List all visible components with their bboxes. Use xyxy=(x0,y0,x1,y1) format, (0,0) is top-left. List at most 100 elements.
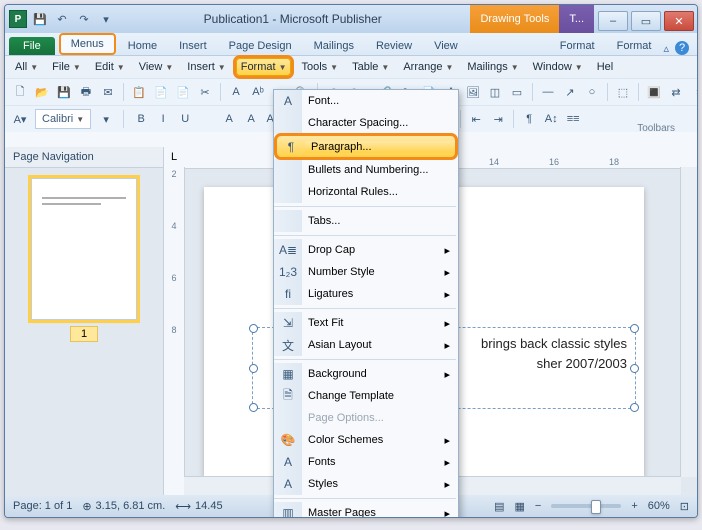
font-dropdown-icon[interactable]: A▾ xyxy=(11,110,29,128)
toolbar2-btn-5[interactable]: A xyxy=(242,110,260,128)
zoom-in-button[interactable]: + xyxy=(631,500,637,512)
menu-file[interactable]: File▼ xyxy=(48,59,85,75)
menu-format[interactable]: Format▼ xyxy=(236,58,292,76)
ruler-corner-icon[interactable]: L xyxy=(164,147,185,168)
menu-view[interactable]: View▼ xyxy=(135,59,178,75)
toolbar1-right-btn-6[interactable]: ▭ xyxy=(508,83,526,101)
minimize-button[interactable]: – xyxy=(598,11,628,31)
toolbar1-right-btn-9[interactable]: ↗ xyxy=(561,83,579,101)
context-subtab-format-1[interactable]: Format xyxy=(550,37,605,55)
menu-insert[interactable]: Insert▼ xyxy=(183,59,229,75)
format-menu-item-color-schemes[interactable]: 🎨Color Schemes▸ xyxy=(274,429,458,451)
menu-edit[interactable]: Edit▼ xyxy=(91,59,129,75)
format-menu-item-text-fit[interactable]: ⇲Text Fit▸ xyxy=(274,312,458,334)
tab-view[interactable]: View xyxy=(424,37,468,55)
resize-handle[interactable] xyxy=(249,403,258,412)
format-menu-item-change-template[interactable]: 🗎Change Template xyxy=(274,385,458,407)
toolbar1-btn-12[interactable]: Aᵇ xyxy=(249,83,267,101)
toolbar1-right-btn-5[interactable]: ◫ xyxy=(486,83,504,101)
font-size-dropdown[interactable]: ▾ xyxy=(97,110,115,128)
toolbar2-btn-18[interactable]: ⇥ xyxy=(489,110,507,128)
menu-table[interactable]: Table▼ xyxy=(348,59,393,75)
format-menu-item-paragraph[interactable]: ¶Paragraph... xyxy=(276,135,456,158)
qat-redo-icon[interactable]: ↷ xyxy=(75,10,93,28)
qat-undo-icon[interactable]: ↶ xyxy=(53,10,71,28)
tab-review[interactable]: Review xyxy=(366,37,422,55)
tab-insert[interactable]: Insert xyxy=(169,37,217,55)
vertical-ruler[interactable]: 2468 xyxy=(164,167,185,495)
toolbar2-btn-3[interactable] xyxy=(198,110,216,128)
menu-help[interactable]: Hel xyxy=(593,59,618,75)
view-spread-icon[interactable]: ▦ xyxy=(514,500,524,513)
format-menu-item-tabs[interactable]: Tabs... xyxy=(274,210,458,232)
resize-handle[interactable] xyxy=(630,364,639,373)
tab-file[interactable]: File xyxy=(9,37,55,55)
format-menu-item-drop-cap[interactable]: A≣Drop Cap▸ xyxy=(274,239,458,261)
toolbar2-btn-21[interactable]: A↕ xyxy=(542,110,560,128)
format-menu-item-fonts[interactable]: AFonts▸ xyxy=(274,451,458,473)
context-tab-text[interactable]: T... xyxy=(559,5,594,33)
resize-handle[interactable] xyxy=(249,364,258,373)
view-single-icon[interactable]: ▤ xyxy=(494,500,504,513)
qat-more-icon[interactable]: ▾ xyxy=(97,10,115,28)
toolbar2-btn-2[interactable]: U xyxy=(176,110,194,128)
format-menu-item-horizontal-rules[interactable]: Horizontal Rules... xyxy=(274,181,458,203)
tab-home[interactable]: Home xyxy=(118,37,167,55)
context-subtab-format-2[interactable]: Format xyxy=(607,37,662,55)
toolbar1-btn-6[interactable]: 📋 xyxy=(130,83,148,101)
vertical-scrollbar[interactable] xyxy=(680,167,697,477)
zoom-slider[interactable] xyxy=(551,504,621,508)
format-menu-item-background[interactable]: ▦Background▸ xyxy=(274,363,458,385)
toolbar1-btn-11[interactable]: A xyxy=(227,83,245,101)
ribbon-minimize-icon[interactable]: ▵ xyxy=(663,42,669,55)
toolbar1-btn-2[interactable]: 💾 xyxy=(55,83,73,101)
toolbar1-right-btn-4[interactable]: 🖼 xyxy=(464,83,482,101)
format-menu-item-character-spacing[interactable]: Character Spacing... xyxy=(274,112,458,134)
format-menu-item-styles[interactable]: AStyles▸ xyxy=(274,473,458,495)
zoom-out-button[interactable]: − xyxy=(535,500,541,512)
maximize-button[interactable]: ▭ xyxy=(631,11,661,31)
toolbar1-right-btn-8[interactable]: — xyxy=(539,83,557,101)
menu-window[interactable]: Window▼ xyxy=(529,59,587,75)
toolbar2-btn-22[interactable]: ≡≡ xyxy=(564,110,582,128)
app-icon[interactable]: P xyxy=(9,10,27,28)
toolbar1-right-btn-12[interactable]: ⬚ xyxy=(614,83,632,101)
tab-menus[interactable]: Menus xyxy=(59,33,116,55)
tab-page-design[interactable]: Page Design xyxy=(219,37,302,55)
resize-handle[interactable] xyxy=(249,324,258,333)
format-menu-item-master-pages[interactable]: ▥Master Pages▸ xyxy=(274,502,458,518)
toolbar1-right-btn-15[interactable]: ⇄ xyxy=(667,83,685,101)
format-menu-item-ligatures[interactable]: fiLigatures▸ xyxy=(274,283,458,305)
toolbar2-btn-17[interactable]: ⇤ xyxy=(467,110,485,128)
zoom-fit-icon[interactable]: ⊡ xyxy=(680,500,689,513)
status-page[interactable]: Page: 1 of 1 xyxy=(13,500,72,512)
menu-arrange[interactable]: Arrange▼ xyxy=(399,59,457,75)
tab-mailings[interactable]: Mailings xyxy=(304,37,364,55)
toolbar1-right-btn-16[interactable]: ↕ xyxy=(689,83,698,101)
help-icon[interactable]: ? xyxy=(675,41,689,55)
toolbar1-btn-9[interactable]: ✂ xyxy=(196,83,214,101)
menu-all[interactable]: All▼ xyxy=(11,59,42,75)
font-name-box[interactable]: Calibri ▼ xyxy=(35,109,91,129)
toolbar1-btn-4[interactable]: ✉ xyxy=(99,83,117,101)
toolbar2-btn-4[interactable]: A xyxy=(220,110,238,128)
toolbar1-btn-8[interactable]: 📄 xyxy=(174,83,192,101)
toolbar1-btn-7[interactable]: 📄 xyxy=(152,83,170,101)
format-menu-item-font[interactable]: AFont... xyxy=(274,90,458,112)
menu-mailings[interactable]: Mailings▼ xyxy=(463,59,522,75)
toolbar2-btn-0[interactable]: B xyxy=(132,110,150,128)
toolbar1-btn-0[interactable]: 🗋 xyxy=(11,83,29,101)
format-menu-item-number-style[interactable]: 1₂3Number Style▸ xyxy=(274,261,458,283)
toolbar1-btn-3[interactable]: 🖶 xyxy=(77,83,95,101)
close-button[interactable]: ✕ xyxy=(664,11,694,31)
page-thumbnail[interactable] xyxy=(31,178,137,320)
format-menu-item-asian-layout[interactable]: 文Asian Layout▸ xyxy=(274,334,458,356)
context-tab-drawing-tools[interactable]: Drawing Tools xyxy=(470,5,559,33)
format-menu-item-bullets-and-numbering[interactable]: Bullets and Numbering... xyxy=(274,159,458,181)
toolbar2-btn-1[interactable]: I xyxy=(154,110,172,128)
toolbar1-btn-1[interactable]: 📂 xyxy=(33,83,51,101)
toolbar1-right-btn-14[interactable]: 🔳 xyxy=(645,83,663,101)
resize-handle[interactable] xyxy=(630,324,639,333)
menu-tools[interactable]: Tools▼ xyxy=(297,59,342,75)
zoom-percent[interactable]: 60% xyxy=(648,500,670,512)
